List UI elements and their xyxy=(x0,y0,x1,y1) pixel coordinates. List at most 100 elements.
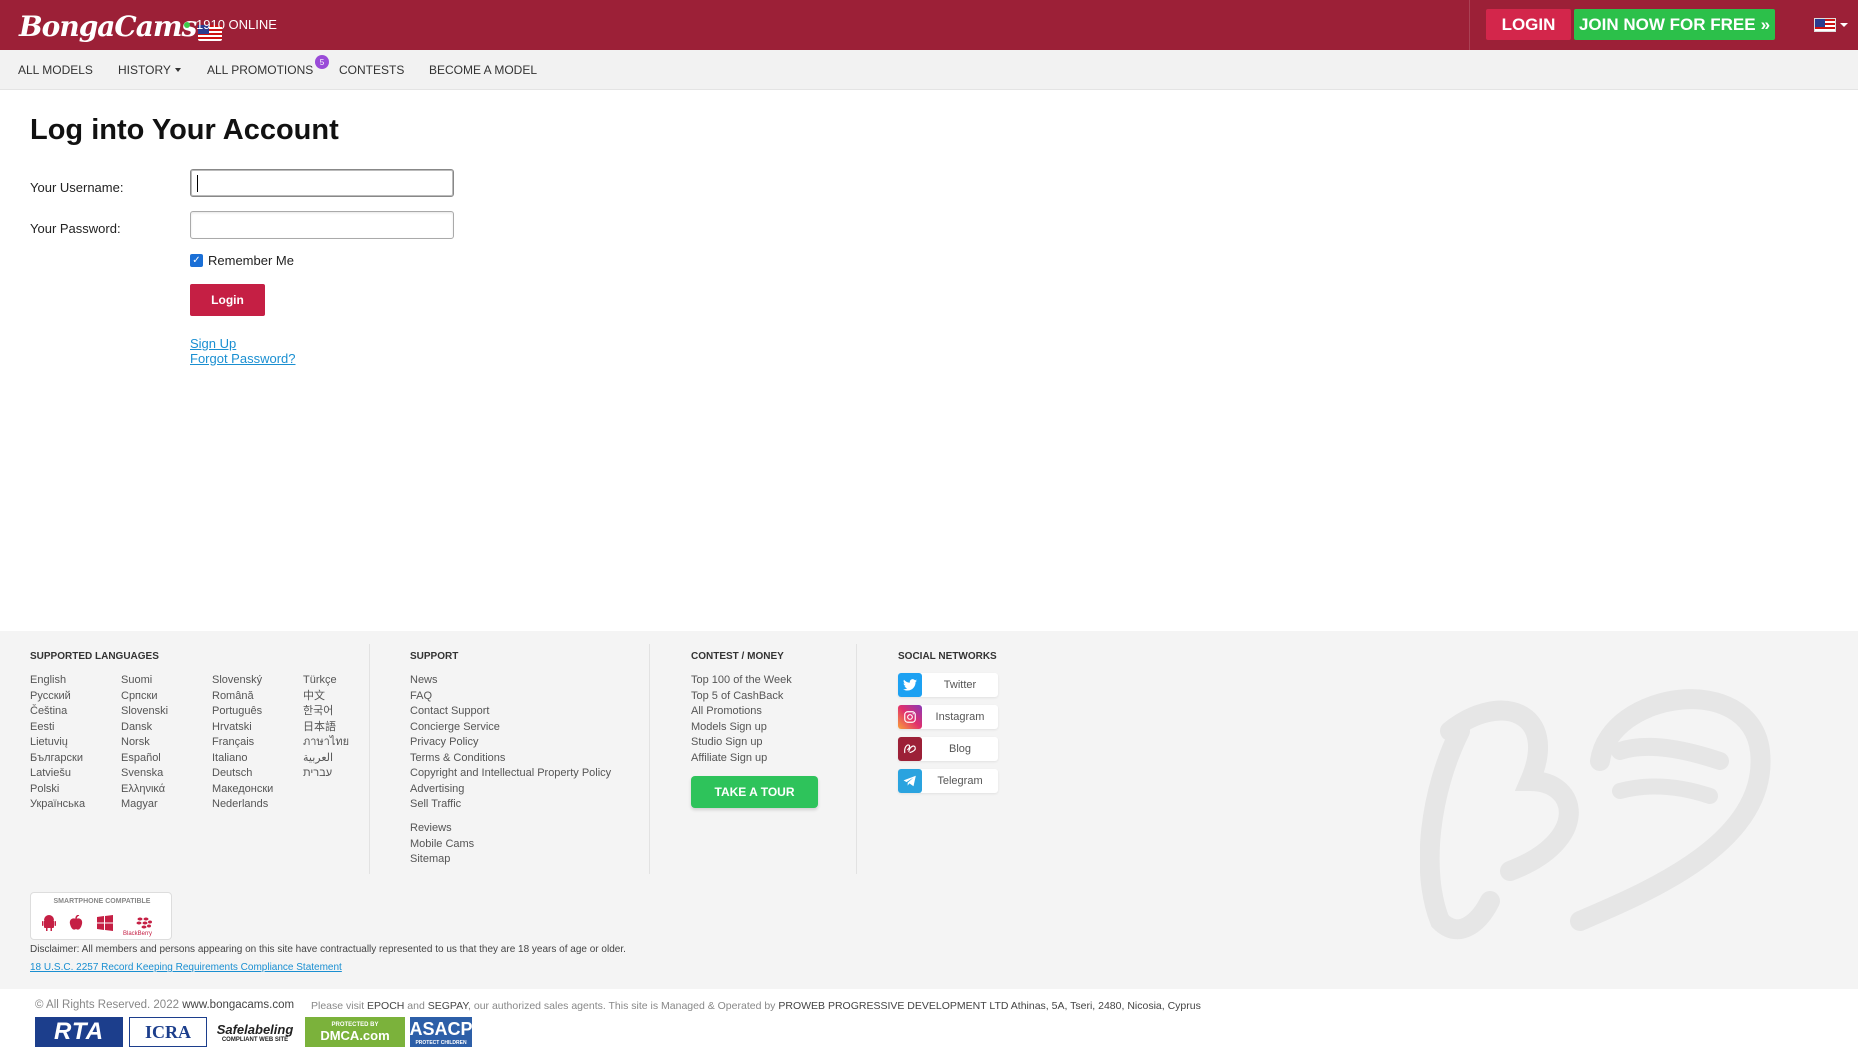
language-link[interactable]: Magyar xyxy=(121,797,168,813)
nav-contests[interactable]: CONTESTS xyxy=(339,50,404,90)
language-link[interactable]: ภาษาไทย xyxy=(303,735,349,751)
safelabeling-badge[interactable]: Safelabeling COMPLIANT WEB SITE xyxy=(213,1017,297,1047)
contest-link[interactable]: All Promotions xyxy=(691,704,792,720)
contest-link[interactable]: Top 5 of CashBack xyxy=(691,689,792,705)
language-selector[interactable] xyxy=(1814,18,1848,32)
language-link[interactable]: Македонски xyxy=(212,782,273,798)
support-link[interactable]: Contact Support xyxy=(410,704,611,720)
contest-link[interactable]: Studio Sign up xyxy=(691,735,792,751)
language-link[interactable]: Svenska xyxy=(121,766,168,782)
contest-link[interactable]: Affiliate Sign up xyxy=(691,751,792,767)
take-a-tour-button[interactable]: TAKE A TOUR xyxy=(691,776,818,808)
nav-all-models-label: ALL MODELS xyxy=(18,63,93,77)
contest-link[interactable]: Top 100 of the Week xyxy=(691,673,792,689)
language-link[interactable]: Norsk xyxy=(121,735,168,751)
social-telegram[interactable]: Telegram xyxy=(898,769,998,793)
nav-all-models[interactable]: ALL MODELS xyxy=(18,50,93,90)
rta-badge[interactable]: RTA xyxy=(35,1017,123,1047)
language-link[interactable]: Latviešu xyxy=(30,766,85,782)
language-link[interactable]: Slovenský xyxy=(212,673,273,689)
nav-all-promotions[interactable]: ALL PROMOTIONS xyxy=(207,50,313,90)
login-button[interactable]: Login xyxy=(190,284,265,316)
language-link[interactable]: Türkçe xyxy=(303,673,349,689)
language-link[interactable]: Deutsch xyxy=(212,766,273,782)
support-link[interactable]: Sitemap xyxy=(410,852,474,868)
contest-link[interactable]: Models Sign up xyxy=(691,720,792,736)
dmca-badge[interactable]: PROTECTED BY DMCA.com xyxy=(305,1017,405,1047)
safelabeling-label: Safelabeling xyxy=(216,1021,294,1037)
join-now-label: JOIN NOW FOR FREE xyxy=(1578,14,1756,34)
language-link[interactable]: العربية xyxy=(303,751,349,767)
smartphone-compatible-badge: SMARTPHONE COMPATIBLE BlackBerry xyxy=(30,892,172,940)
support-link[interactable]: Privacy Policy xyxy=(410,735,611,751)
contest-list: Top 100 of the Week Top 5 of CashBack Al… xyxy=(691,673,792,766)
support-link[interactable]: Reviews xyxy=(410,821,474,837)
support-link[interactable]: Advertising xyxy=(410,782,611,798)
language-link[interactable]: Română xyxy=(212,689,273,705)
social-twitter[interactable]: Twitter xyxy=(898,673,998,697)
language-link[interactable]: 中文 xyxy=(303,689,349,705)
language-link[interactable]: Português xyxy=(212,704,273,720)
site-link[interactable]: www.bongacams.com xyxy=(182,999,294,1011)
language-link[interactable]: Dansk xyxy=(121,720,168,736)
language-link[interactable]: Українська xyxy=(30,797,85,813)
username-input[interactable] xyxy=(190,169,454,197)
blog-icon xyxy=(898,737,922,761)
social-heading: SOCIAL NETWORKS xyxy=(898,651,997,662)
language-link[interactable]: Русский xyxy=(30,689,85,705)
online-count: 1910 ONLINE xyxy=(184,17,277,32)
language-link[interactable]: English xyxy=(30,673,85,689)
segpay-link[interactable]: SEGPAY xyxy=(428,1000,468,1012)
join-now-button[interactable]: JOIN NOW FOR FREE » xyxy=(1574,9,1775,40)
languages-col-3: Slovenský Română Português Hrvatski Fran… xyxy=(212,673,273,813)
language-link[interactable]: Lietuvių xyxy=(30,735,85,751)
language-link[interactable]: Ελληνικά xyxy=(121,782,168,798)
usc-2257-link[interactable]: 18 U.S.C. 2257 Record Keeping Requiremen… xyxy=(30,962,342,973)
logo-text: BongaCams xyxy=(19,9,197,43)
asacp-badge[interactable]: ASACP PROTECT CHILDREN xyxy=(410,1017,473,1047)
username-label: Your Username: xyxy=(30,180,124,195)
remember-me-checkbox[interactable]: ✓ xyxy=(190,254,203,267)
support-link[interactable]: Copyright and Intellectual Property Poli… xyxy=(410,766,611,782)
language-link[interactable]: 한국어 xyxy=(303,704,349,720)
language-link[interactable]: Čeština xyxy=(30,704,85,720)
nav-become-model-label: BECOME A MODEL xyxy=(429,63,538,77)
support-link[interactable]: Concierge Service xyxy=(410,720,611,736)
text-cursor xyxy=(197,175,198,192)
online-text: 1910 ONLINE xyxy=(196,17,277,32)
language-link[interactable]: Српски xyxy=(121,689,168,705)
language-link[interactable]: Български xyxy=(30,751,85,767)
nav-become-model[interactable]: BECOME A MODEL xyxy=(429,50,537,90)
sign-up-link[interactable]: Sign Up xyxy=(190,336,236,351)
forgot-password-link[interactable]: Forgot Password? xyxy=(190,351,296,366)
nav-history[interactable]: HISTORY xyxy=(118,50,181,90)
language-link[interactable]: Suomi xyxy=(121,673,168,689)
language-link[interactable]: Eesti xyxy=(30,720,85,736)
online-dot-icon xyxy=(184,21,190,28)
language-link[interactable]: Polski xyxy=(30,782,85,798)
language-link[interactable]: Nederlands xyxy=(212,797,273,813)
language-link[interactable]: Français xyxy=(212,735,273,751)
support-link[interactable]: News xyxy=(410,673,611,689)
page-title: Log into Your Account xyxy=(30,114,339,146)
epoch-link[interactable]: EPOCH xyxy=(367,1000,404,1012)
language-link[interactable]: Hrvatski xyxy=(212,720,273,736)
social-instagram[interactable]: Instagram xyxy=(898,705,998,729)
language-link[interactable]: Español xyxy=(121,751,168,767)
language-link[interactable]: Slovenski xyxy=(121,704,168,720)
support-link[interactable]: Sell Traffic xyxy=(410,797,611,813)
password-input[interactable] xyxy=(190,211,454,239)
dmca-label: DMCA.com xyxy=(320,1027,390,1043)
support-link[interactable]: Mobile Cams xyxy=(410,837,474,853)
header-login-button[interactable]: LOGIN xyxy=(1486,9,1571,40)
social-blog[interactable]: Blog xyxy=(898,737,998,761)
support-link[interactable]: Terms & Conditions xyxy=(410,751,611,767)
language-link[interactable]: Italiano xyxy=(212,751,273,767)
language-link[interactable]: עברית xyxy=(303,766,349,782)
language-link[interactable]: 日本語 xyxy=(303,720,349,736)
support-link[interactable]: FAQ xyxy=(410,689,611,705)
join-arrow-icon: » xyxy=(1760,14,1771,34)
twitter-icon xyxy=(898,673,922,697)
icra-badge[interactable]: ICRA xyxy=(129,1017,207,1047)
remember-me[interactable]: ✓ Remember Me xyxy=(190,253,294,268)
